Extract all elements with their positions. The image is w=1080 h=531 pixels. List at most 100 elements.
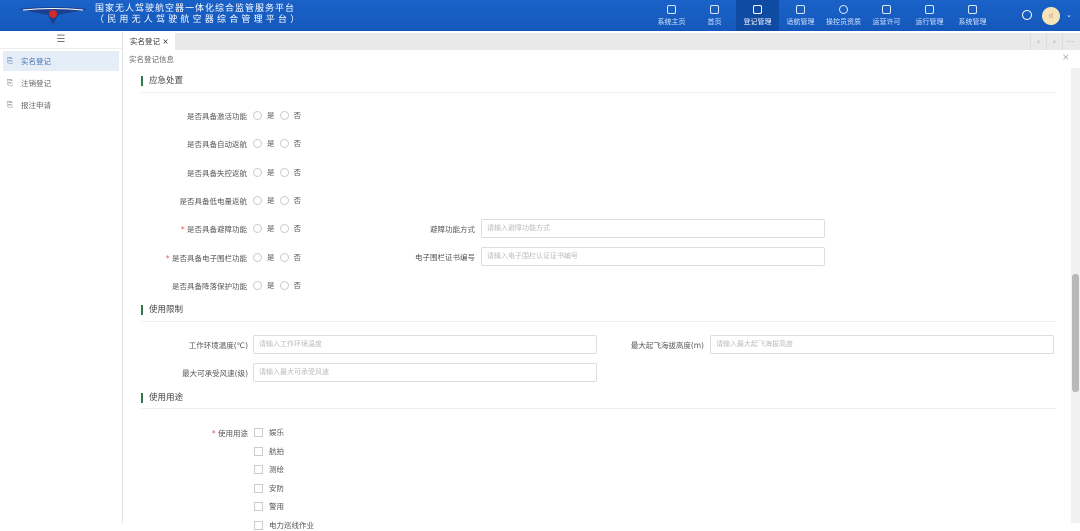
radio-yes[interactable] [253, 195, 262, 205]
feature-label: 是否具备电子围栏功能 [130, 253, 247, 264]
menu-toggle-icon[interactable]: ☰ [0, 31, 122, 49]
usage-checkbox[interactable]: 娱乐 [254, 427, 284, 438]
yes-no-radio-group: 是 否 [253, 167, 301, 178]
radio-no-label: 否 [293, 167, 302, 177]
checkbox[interactable] [254, 483, 263, 493]
sidebar-item-application[interactable]: ⎘ 报注申请 [3, 95, 119, 115]
close-icon[interactable]: × [1062, 53, 1070, 63]
nav-label: 系统管理 [958, 18, 987, 26]
close-icon[interactable]: × [162, 37, 168, 46]
feature-label: 是否具备低电量返航 [179, 196, 248, 206]
feature-label: 是否具备自动返航 [187, 140, 247, 150]
radio-no-label: 否 [293, 224, 302, 234]
usage-checkbox[interactable]: 安防 [254, 483, 284, 494]
nav-airworthiness[interactable]: 适航管理 [779, 0, 822, 31]
scrollbar[interactable] [1071, 68, 1080, 523]
badge-icon [839, 5, 848, 14]
yes-no-radio-group: 是 否 [253, 195, 301, 206]
radio-no[interactable] [279, 252, 289, 262]
yes-no-radio-group: 是 否 [253, 110, 301, 121]
tab-bar: 实名登记 × ‹ › ⋯ [124, 33, 1080, 50]
radio-yes[interactable] [253, 280, 262, 290]
checkbox-label: 娱乐 [269, 428, 284, 437]
document-icon: ⎘ [7, 78, 13, 87]
usage-checkbox[interactable]: 警用 [254, 501, 284, 512]
tab-next-button[interactable]: › [1046, 33, 1062, 50]
radio-yes-label: 是 [267, 111, 275, 120]
feature-label: 是否具备降落保护功能 [172, 281, 247, 291]
temperature-input[interactable]: 请输入工作环境温度 [253, 335, 597, 354]
tab-prev-button[interactable]: ‹ [1030, 33, 1046, 50]
section-title: 使用用途 [141, 393, 183, 403]
sidebar-item-real-name[interactable]: ⎘ 实名登记 [3, 51, 119, 71]
temperature-label: 工作环境温度(℃) [188, 341, 248, 350]
tab-more-button[interactable]: ⋯ [1062, 33, 1078, 50]
yes-no-radio-group: 是 否 [253, 223, 301, 234]
settings-icon [968, 5, 977, 14]
nav-label: 系统主页 [657, 18, 686, 26]
nav-system-home[interactable]: 系统主页 [650, 0, 693, 31]
radio-no[interactable] [279, 195, 289, 205]
radio-yes-label: 是 [267, 195, 275, 205]
nav-operation-management[interactable]: 运行管理 [908, 0, 951, 31]
nav-index[interactable]: 首页 [693, 0, 736, 31]
yes-no-radio-group: 是 否 [253, 138, 301, 149]
nav-operation-license[interactable]: 运营许可 [865, 0, 908, 31]
altitude-label: 最大起飞海拔高度(m) [630, 341, 704, 350]
radio-yes[interactable] [253, 224, 262, 234]
nav-label: 运营许可 [872, 18, 901, 26]
checkbox-label: 警用 [269, 502, 284, 511]
search-icon[interactable] [1022, 10, 1032, 20]
radio-no-label: 否 [293, 252, 302, 262]
obstacle-mode-input[interactable]: 请输入避障功能方式 [481, 219, 825, 238]
tab-label: 实名登记 [130, 37, 160, 46]
radio-yes-label: 是 [267, 139, 275, 149]
sidebar-item-label: 实名登记 [21, 56, 51, 66]
checkbox[interactable] [254, 520, 263, 530]
altitude-input[interactable]: 请输入最大起飞海拔高度 [710, 335, 1054, 354]
radio-no[interactable] [279, 139, 289, 149]
nav-label: 适航管理 [786, 18, 815, 26]
drone-icon [796, 5, 805, 14]
fence-cert-label: 电子围栏证书编号 [415, 253, 475, 262]
avatar[interactable]: d [1042, 7, 1060, 25]
clipboard-icon [925, 5, 934, 14]
radio-yes[interactable] [253, 111, 262, 120]
radio-yes[interactable] [253, 167, 262, 177]
radio-yes[interactable] [253, 139, 262, 149]
breadcrumb: 实名登记信息 [129, 55, 174, 64]
wind-label: 最大可承受风速(级) [182, 369, 248, 378]
radio-no[interactable] [279, 224, 289, 234]
wind-input[interactable]: 请输入最大可承受风速 [253, 363, 597, 382]
checkbox[interactable] [254, 428, 263, 437]
checkbox[interactable] [254, 446, 263, 456]
usage-checkbox[interactable]: 测绘 [254, 464, 284, 475]
top-header: 国家无人驾驶航空器一体化综合监管服务平台 （民用无人驾驶航空器综合管理平台） 系… [0, 0, 1080, 31]
tab-real-name[interactable]: 实名登记 × [124, 33, 175, 50]
fence-cert-input[interactable]: 请输入电子围栏认证证书编号 [481, 247, 825, 266]
checkbox-label: 测绘 [269, 465, 284, 474]
radio-no[interactable] [279, 111, 289, 120]
radio-no[interactable] [279, 280, 289, 290]
nav-system-management[interactable]: 系统管理 [951, 0, 994, 31]
usage-checkbox[interactable]: 电力巡线作业 [254, 520, 314, 531]
checkbox[interactable] [254, 465, 263, 474]
section-title: 应急处置 [141, 76, 183, 86]
radio-no[interactable] [279, 167, 289, 177]
chevron-down-icon[interactable]: ⌄ [1066, 11, 1072, 19]
scrollbar-thumb[interactable] [1072, 274, 1079, 392]
nav-registration[interactable]: 登记管理 [736, 0, 779, 31]
checkbox-label: 电力巡线作业 [269, 520, 314, 530]
document-icon: ⎘ [7, 56, 13, 65]
usage-checkbox[interactable]: 航拍 [254, 446, 284, 457]
feature-label: 是否具备避障功能 [130, 224, 247, 235]
sidebar-item-label: 注销登记 [21, 78, 51, 88]
radio-yes[interactable] [253, 252, 262, 262]
radio-no-label: 否 [293, 139, 302, 149]
sidebar-item-cancel[interactable]: ⎘ 注销登记 [3, 73, 119, 93]
checkbox[interactable] [254, 502, 263, 511]
nav-label: 操控员资质 [826, 18, 861, 26]
platform-title: 国家无人驾驶航空器一体化综合监管服务平台 （民用无人驾驶航空器综合管理平台） [95, 4, 302, 26]
nav-operator-qualification[interactable]: 操控员资质 [822, 0, 865, 31]
nav-label: 登记管理 [743, 18, 772, 26]
